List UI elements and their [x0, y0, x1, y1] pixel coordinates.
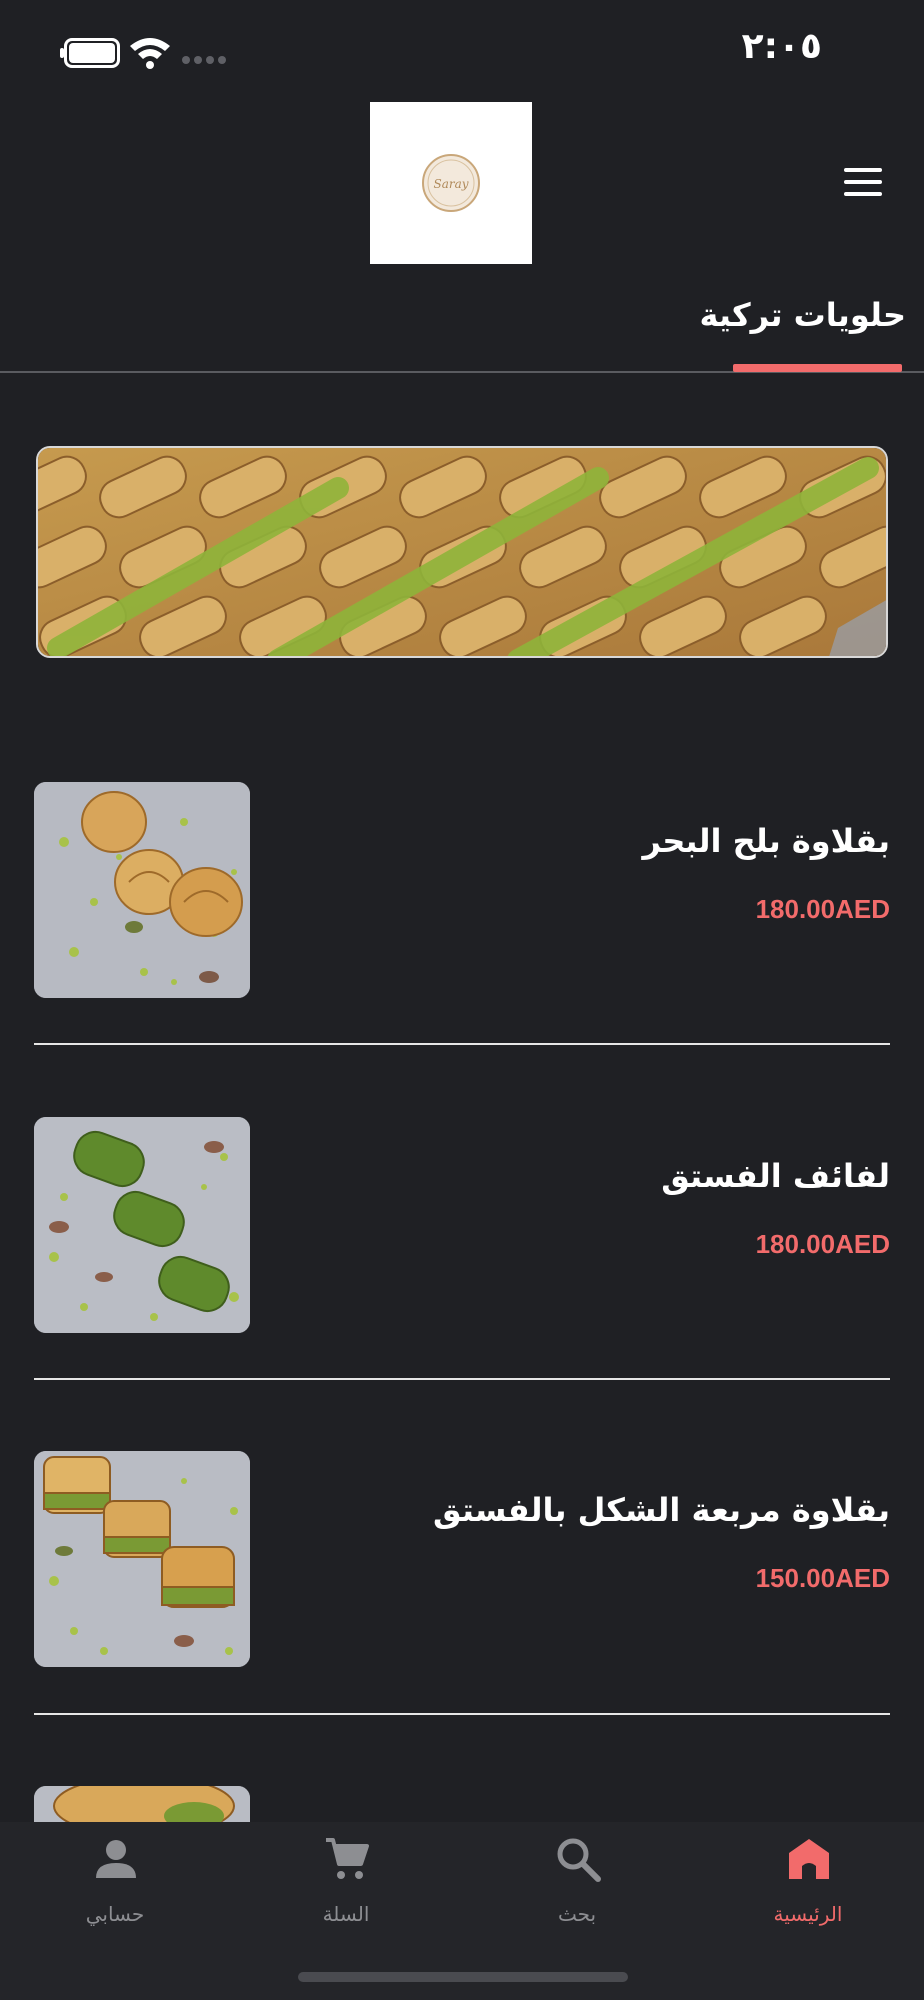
row-divider	[34, 1043, 890, 1045]
row-divider	[34, 1713, 890, 1715]
row-divider	[34, 1378, 890, 1380]
menu-icon[interactable]	[838, 162, 886, 202]
category-banner-image	[36, 446, 888, 658]
wifi-icon	[130, 38, 170, 69]
cart-icon	[326, 1838, 369, 1879]
product-image[interactable]	[34, 1451, 250, 1667]
nav-search[interactable]: بحث	[487, 1822, 667, 1942]
battery-icon	[60, 38, 120, 68]
search-icon	[557, 1838, 601, 1882]
product-name[interactable]: بقلاوة بلح البحر	[642, 822, 890, 860]
nav-cart[interactable]: السلة	[256, 1822, 436, 1942]
store-logo[interactable]: Saray	[370, 102, 532, 264]
home-icon	[789, 1839, 829, 1879]
signal-icon	[182, 56, 230, 66]
tab-active-indicator	[733, 364, 902, 372]
tab-turkish-sweets[interactable]: حلويات تركية	[699, 296, 906, 334]
product-image[interactable]	[34, 782, 250, 998]
product-price: 180.00AED	[755, 1229, 890, 1259]
product-item[interactable]: بقلاوة مربعة الشكل بالفستق 150.00AED	[34, 1451, 890, 1667]
product-image[interactable]	[34, 1786, 250, 1822]
status-bar: ٢:٠٥	[0, 0, 924, 100]
person-icon	[96, 1840, 136, 1878]
product-price: 180.00AED	[755, 894, 890, 924]
home-indicator	[298, 1972, 628, 1982]
nav-cart-label: السلة	[322, 1902, 370, 1926]
logo-wordmark: Saray	[433, 177, 468, 191]
nav-account-label: حسابي	[85, 1902, 145, 1926]
nav-home[interactable]: الرئيسية	[718, 1822, 898, 1942]
nav-home-label: الرئيسية	[773, 1902, 843, 1926]
nav-account[interactable]: حسابي	[25, 1822, 205, 1942]
nav-search-label: بحث	[557, 1902, 597, 1926]
product-item[interactable]	[34, 1786, 890, 1822]
product-name[interactable]: لفائف الفستق	[661, 1157, 890, 1195]
product-item[interactable]: بقلاوة بلح البحر 180.00AED	[34, 782, 890, 998]
product-name[interactable]: بقلاوة مربعة الشكل بالفستق	[433, 1491, 890, 1529]
product-item[interactable]: لفائف الفستق 180.00AED	[34, 1117, 890, 1333]
product-price: 150.00AED	[755, 1563, 890, 1593]
product-image[interactable]	[34, 1117, 250, 1333]
status-time: ٢:٠٥	[741, 26, 822, 67]
app-screen: ٢:٠٥ Saray حلويات تركية بقلاوة بلح البحر…	[0, 0, 924, 2000]
